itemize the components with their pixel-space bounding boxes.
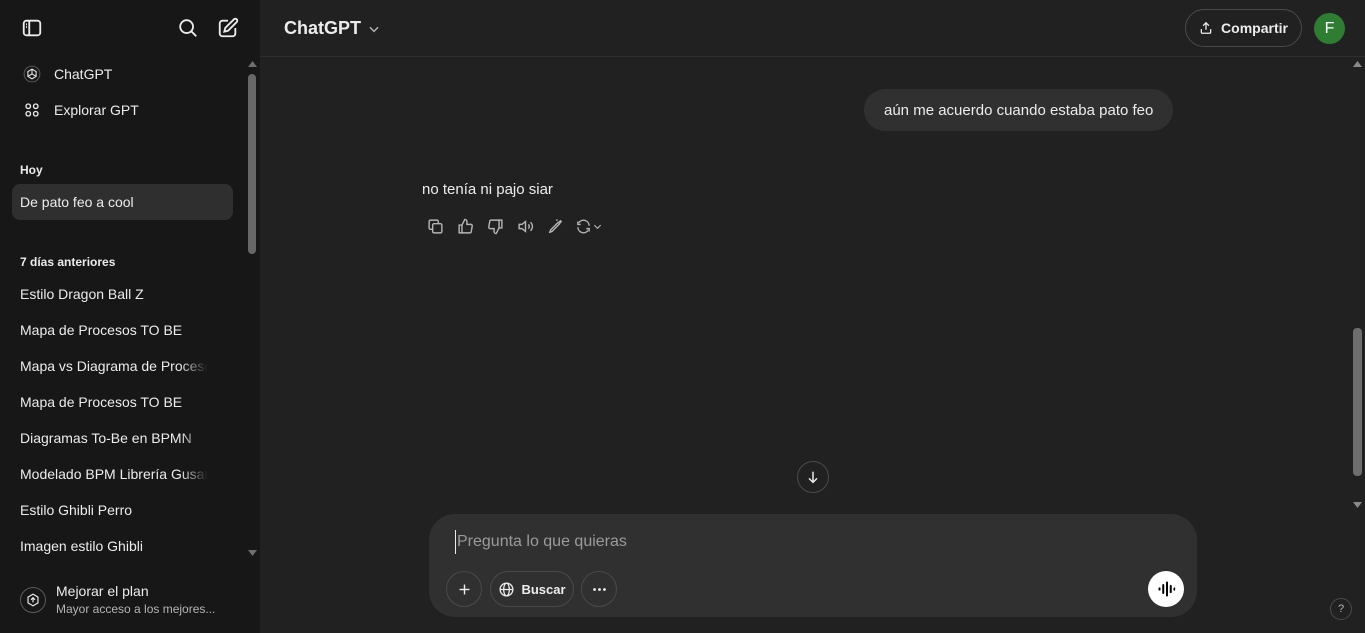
globe-icon [499, 581, 514, 597]
scroll-up-arrow-icon[interactable] [248, 61, 257, 67]
thumbs-up-icon[interactable] [450, 214, 480, 238]
app: ChatGPT Explorar GPT Hoy De pato feo a c… [0, 0, 1365, 633]
help-button[interactable]: ? [1330, 598, 1352, 620]
chat-history-item[interactable]: Modelado BPM Librería Gusano [12, 456, 233, 492]
search-web-label: Buscar [521, 581, 566, 597]
share-icon [1200, 21, 1212, 34]
scroll-to-bottom-button[interactable] [797, 461, 829, 493]
sidebar-item-explore-gpts[interactable]: Explorar GPT [12, 92, 233, 128]
grid-icon [20, 98, 44, 122]
chat-title: Estilo Dragon Ball Z [20, 286, 144, 302]
chat-history-item[interactable]: De pato feo a cool [12, 184, 233, 220]
chat-history-item[interactable]: Mapa de Procesos TO BE [12, 384, 233, 420]
section-heading-today: Hoy [20, 163, 43, 177]
chat-title: Imagen estilo Ghibli [20, 538, 143, 554]
sidebar-scroll-area[interactable]: ChatGPT Explorar GPT Hoy De pato feo a c… [0, 56, 260, 566]
avatar[interactable]: F [1314, 13, 1345, 44]
composer: Buscar [429, 514, 1197, 617]
arrow-down-icon [808, 471, 818, 484]
ellipsis-icon [592, 587, 606, 591]
scroll-down-arrow-icon[interactable] [248, 550, 257, 556]
chat-history-item[interactable]: Imagen estilo Ghibli [12, 528, 233, 564]
edit-canvas-icon[interactable] [540, 214, 570, 238]
chat-title: De pato feo a cool [20, 194, 134, 210]
regenerate-icon[interactable] [570, 214, 608, 238]
upgrade-title: Mejorar el plan [56, 583, 149, 599]
sidebar-item-label: Explorar GPT [54, 102, 139, 118]
scroll-up-arrow-icon[interactable] [1353, 61, 1362, 67]
sidebar-item-label: ChatGPT [54, 66, 113, 82]
prompt-input[interactable] [455, 530, 1155, 554]
share-label: Compartir [1221, 20, 1288, 36]
sidebar-toolbar [0, 0, 260, 56]
new-chat-icon[interactable] [214, 14, 242, 42]
copy-icon[interactable] [420, 214, 450, 238]
sidebar-toggle-icon[interactable] [18, 14, 46, 42]
upgrade-subtitle: Mayor acceso a los mejores... [56, 602, 216, 616]
chat-history-item[interactable]: Estilo Ghibli Perro [12, 492, 233, 528]
chevron-down-icon [369, 26, 379, 32]
model-selector[interactable]: ChatGPT [284, 18, 381, 39]
chat-history-item[interactable]: Estilo Dragon Ball Z [12, 276, 233, 312]
upgrade-text: Mejorar el plan Mayor acceso a los mejor… [56, 583, 215, 616]
sidebar-item-chatgpt[interactable]: ChatGPT [12, 56, 233, 92]
scroll-down-arrow-icon[interactable] [1353, 502, 1362, 508]
chevron-down-icon [593, 224, 602, 229]
model-name: ChatGPT [284, 18, 362, 38]
thumbs-down-icon[interactable] [480, 214, 510, 238]
openai-logo-icon [20, 62, 44, 86]
chat-title: Modelado BPM Librería Gusano [20, 466, 208, 482]
voice-waveform-icon [1158, 581, 1176, 597]
attach-button[interactable] [446, 571, 482, 607]
header: ChatGPT Compartir F [260, 0, 1365, 57]
sidebar-scrollbar[interactable] [248, 74, 256, 254]
chat-title: Diagramas To-Be en BPMN [20, 430, 192, 446]
chat-title: Estilo Ghibli Perro [20, 502, 133, 518]
read-aloud-icon[interactable] [510, 214, 540, 238]
chat-title: Mapa vs Diagrama de Procesos [20, 358, 208, 374]
search-icon[interactable] [174, 14, 202, 42]
assistant-message: no tenía ni pajo siar [422, 181, 553, 198]
main-scrollbar[interactable] [1353, 328, 1362, 476]
sidebar: ChatGPT Explorar GPT Hoy De pato feo a c… [0, 0, 260, 633]
chat-title: Mapa de Procesos TO BE [20, 322, 183, 338]
user-message: aún me acuerdo cuando estaba pato feo [864, 89, 1174, 131]
chat-history-item[interactable]: Mapa de Procesos TO BE [12, 312, 233, 348]
plus-icon [459, 584, 469, 594]
chat-history-item[interactable]: Diagramas To-Be en BPMN [12, 420, 233, 456]
message-actions [420, 214, 608, 238]
section-heading-previous-7-days: 7 días anteriores [20, 255, 116, 269]
voice-mode-button[interactable] [1148, 571, 1184, 607]
share-button[interactable]: Compartir [1185, 9, 1302, 47]
upgrade-plan[interactable]: Mejorar el plan Mayor acceso a los mejor… [0, 566, 260, 633]
search-web-button[interactable]: Buscar [490, 571, 574, 607]
chat-title: Mapa de Procesos TO BE [20, 394, 183, 410]
chat-history-item[interactable]: Mapa vs Diagrama de Procesos [12, 348, 233, 384]
more-tools-button[interactable] [581, 571, 617, 607]
upgrade-icon [20, 586, 46, 613]
main-panel: ChatGPT Compartir F aún me acuerdo cuand… [260, 0, 1365, 633]
